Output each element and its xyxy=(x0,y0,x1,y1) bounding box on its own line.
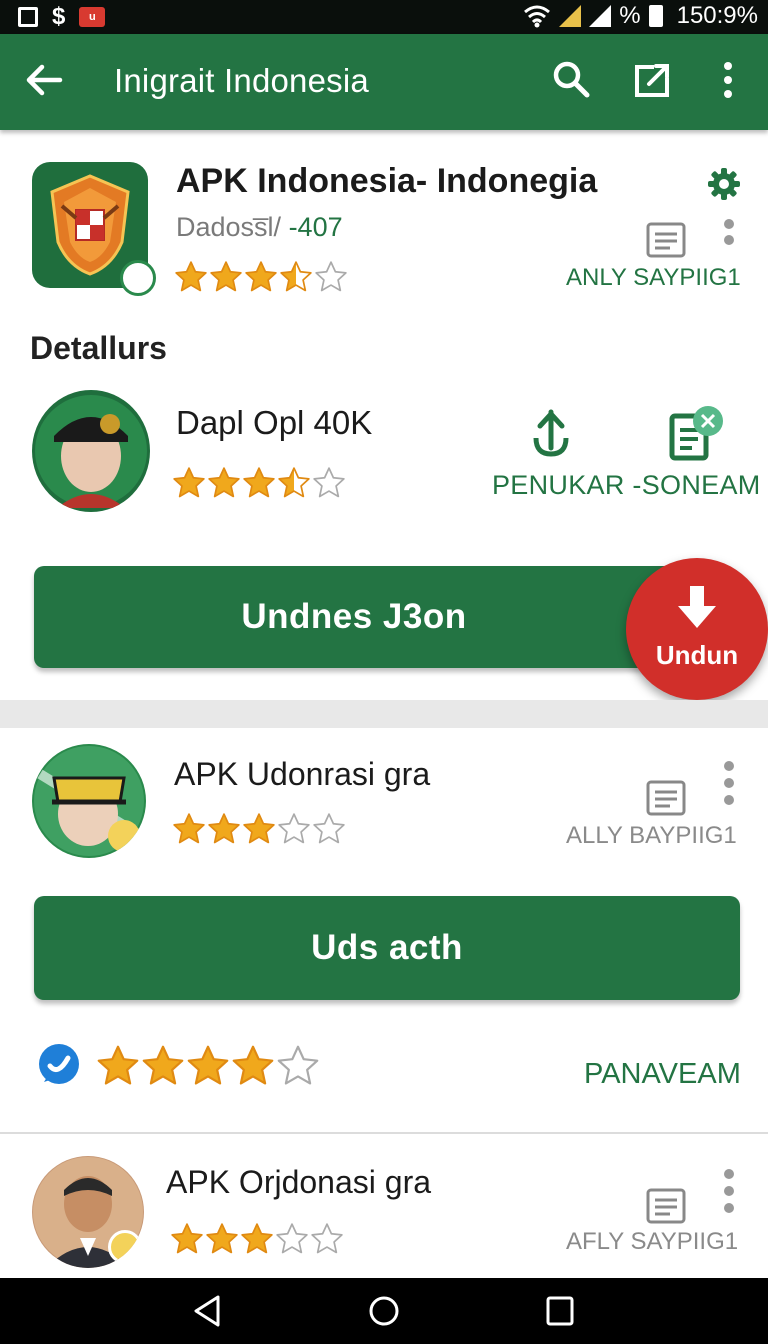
star-icon xyxy=(142,1045,184,1085)
more-vert-icon[interactable] xyxy=(716,58,740,102)
list-item-extra-rating xyxy=(96,1044,320,1088)
star-icon xyxy=(313,467,345,498)
download-icon xyxy=(678,586,716,628)
star-icon xyxy=(278,467,310,498)
action-button[interactable]: Uds acth xyxy=(34,896,740,1000)
star-icon xyxy=(210,261,242,292)
list-divider xyxy=(0,1132,768,1134)
navigation-bar xyxy=(0,1278,768,1344)
back-nav-icon[interactable] xyxy=(192,1294,222,1328)
star-icon xyxy=(277,1045,319,1085)
notification-icon: u xyxy=(79,7,106,27)
status-badge-icon xyxy=(108,1230,142,1264)
star-icon xyxy=(175,261,207,292)
star-icon xyxy=(315,261,347,292)
signal-icon-2 xyxy=(589,5,612,27)
dollar-icon: $ xyxy=(52,3,66,30)
star-icon xyxy=(311,1223,343,1254)
share-icon[interactable] xyxy=(630,58,674,102)
star-icon xyxy=(173,467,205,498)
detail-rating xyxy=(172,466,346,500)
chat-bubble-icon[interactable] xyxy=(36,1042,82,1088)
list-item-rating xyxy=(170,1222,344,1256)
list-item-extra-label: PANAVEAM xyxy=(584,1058,741,1090)
list-item-rating xyxy=(172,812,346,846)
star-icon xyxy=(243,467,275,498)
star-icon xyxy=(313,813,345,844)
star-icon xyxy=(171,1223,203,1254)
app-toolbar: Inigrait Indonesia xyxy=(0,34,768,130)
install-button[interactable]: Undnes J3on xyxy=(34,566,674,668)
more-vert-icon[interactable] xyxy=(722,218,736,254)
detail-name: Dapl Opl 40K xyxy=(176,404,373,441)
avatar[interactable] xyxy=(32,744,146,858)
toolbar-title: Inigrait Indonesia xyxy=(114,62,369,99)
app-developer: Dadoss̅l/ -407 xyxy=(176,212,343,243)
home-nav-icon[interactable] xyxy=(368,1294,400,1328)
section-heading: Detallurs xyxy=(30,330,167,366)
list-item-side-label: AFLY SAYPIIG1 xyxy=(566,1228,739,1255)
signal-icon xyxy=(559,5,582,27)
verified-badge-icon xyxy=(120,260,156,296)
download-fab[interactable]: Undun xyxy=(626,558,768,700)
image-icon xyxy=(18,7,38,27)
person-avatar-icon xyxy=(35,395,147,508)
document-icon[interactable] xyxy=(646,1188,686,1224)
star-icon xyxy=(245,261,277,292)
more-vert-icon[interactable] xyxy=(722,760,736,806)
wifi-icon xyxy=(524,5,551,28)
section-divider xyxy=(0,700,768,728)
avatar[interactable] xyxy=(32,1156,144,1268)
download-arrow-icon[interactable] xyxy=(530,408,572,458)
app-icon[interactable] xyxy=(32,162,156,296)
gear-icon[interactable] xyxy=(706,166,742,202)
back-arrow-icon[interactable] xyxy=(22,58,66,102)
download-count: -407 xyxy=(288,212,343,242)
star-icon xyxy=(97,1045,139,1085)
star-icon xyxy=(278,813,310,844)
document-icon[interactable] xyxy=(646,222,686,258)
app-side-label: ANLY SAYPIIG1 xyxy=(566,264,741,291)
app-rating xyxy=(174,260,348,294)
status-bar: $ u % 150:9% xyxy=(0,0,768,34)
star-icon xyxy=(187,1045,229,1085)
star-icon xyxy=(208,813,240,844)
search-icon[interactable] xyxy=(550,58,594,102)
person-avatar-icon xyxy=(34,746,144,856)
status-time: 150:9% xyxy=(676,2,758,29)
recents-nav-icon[interactable] xyxy=(544,1294,576,1328)
star-icon xyxy=(280,261,312,292)
star-icon xyxy=(208,467,240,498)
star-icon xyxy=(232,1045,274,1085)
avatar[interactable] xyxy=(32,390,150,512)
star-icon xyxy=(241,1223,273,1254)
more-vert-icon[interactable] xyxy=(722,1168,736,1214)
list-item-title: APK Orjdonasi gra xyxy=(166,1164,432,1200)
document-add-icon[interactable] xyxy=(668,404,726,462)
percent-symbol: % xyxy=(619,2,641,29)
developer-name: Dadoss̅l/ xyxy=(176,212,282,242)
battery-icon xyxy=(648,5,663,27)
fab-label: Undun xyxy=(655,640,739,670)
star-icon xyxy=(243,813,275,844)
action-label: PENUKAR -SONEAM xyxy=(492,470,761,500)
list-item-side-label: ALLY BAYPIIG1 xyxy=(566,822,737,849)
list-item-title: APK Udonrasi gra xyxy=(174,756,431,792)
app-title: APK Indonesia- Indonegia xyxy=(176,162,598,200)
star-icon xyxy=(173,813,205,844)
star-icon xyxy=(206,1223,238,1254)
document-icon[interactable] xyxy=(646,780,686,816)
star-icon xyxy=(276,1223,308,1254)
